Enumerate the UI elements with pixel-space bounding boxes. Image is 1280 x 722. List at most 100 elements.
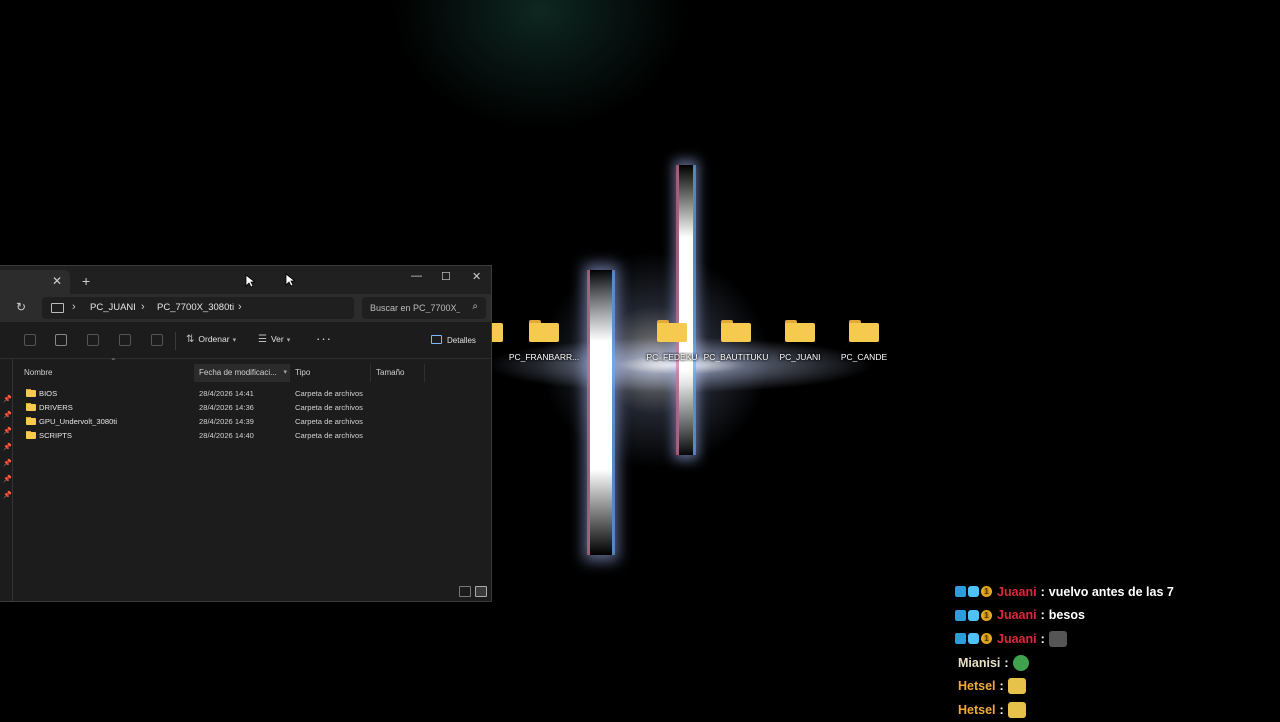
- pin-icon: 📌: [3, 444, 12, 451]
- file-date: 28/4/2026 14:39: [199, 417, 254, 426]
- prime-badge-icon: [955, 633, 966, 645]
- folder-icon: [26, 417, 36, 425]
- file-type: Carpeta de archivos: [295, 403, 363, 412]
- chat-colon: :: [1040, 584, 1045, 599]
- desktop-icon-label: PC_JUANI: [779, 352, 821, 362]
- column-header-date[interactable]: Fecha de modificaci... ▾: [194, 364, 290, 382]
- chat-username[interactable]: Juaani: [997, 632, 1037, 646]
- chat-colon: :: [999, 702, 1004, 717]
- desktop-icon-label: PC_FEDEKU: [646, 352, 698, 362]
- chat-message: Hetsel:: [955, 698, 1275, 722]
- tiles-view-button[interactable]: [475, 586, 487, 597]
- toolbar-divider: [175, 332, 176, 350]
- pin-icon: 📌: [3, 428, 12, 435]
- chat-username[interactable]: Mianisi: [958, 656, 1000, 670]
- wallpaper-light-streak: [590, 270, 612, 555]
- file-name: BIOS: [39, 389, 58, 398]
- mouse-cursor-icon: [285, 273, 295, 287]
- sort-button[interactable]: ⇅ Ordenar ▾: [186, 334, 236, 345]
- search-icon: ⌕: [472, 301, 478, 312]
- sort-icon: ⇅: [186, 334, 195, 345]
- chat-colon: :: [1004, 655, 1009, 670]
- minimize-button[interactable]: —: [411, 270, 422, 282]
- folder-icon: [529, 320, 559, 342]
- table-row[interactable]: SCRIPTS 28/4/2026 14:40 Carpeta de archi…: [13, 428, 453, 442]
- breadcrumb-pc-7700x[interactable]: PC_7700X_3080ti: [157, 302, 234, 313]
- column-header-name[interactable]: Nombre ⌃: [19, 357, 195, 382]
- table-row[interactable]: BIOS 28/4/2026 14:41 Carpeta de archivos: [13, 386, 453, 400]
- desktop-folder-pc-franbarr[interactable]: PC_FRANBARR...: [508, 318, 580, 362]
- gray-emote-icon: [1048, 630, 1067, 647]
- address-bar[interactable]: › PC_JUANI › PC_7700X_3080ti ›: [42, 297, 354, 319]
- view-label: Ver: [270, 334, 284, 344]
- details-view-button[interactable]: [459, 586, 471, 597]
- view-button[interactable]: ☰ Ver ▾: [258, 334, 290, 345]
- close-tab-icon[interactable]: ✕: [52, 274, 62, 288]
- sort-caret-icon: ⌃: [110, 357, 117, 366]
- details-icon: [431, 335, 442, 344]
- pin-icon: 📌: [3, 412, 12, 419]
- file-date: 28/4/2026 14:36: [199, 403, 254, 412]
- column-label: Nombre: [24, 368, 53, 377]
- chat-colon: :: [999, 679, 1004, 694]
- breadcrumb-chevron-icon[interactable]: ›: [72, 301, 76, 313]
- new-tab-button[interactable]: +: [82, 273, 90, 289]
- folder-icon: [721, 320, 751, 342]
- more-options-button[interactable]: ···: [316, 331, 332, 346]
- delete-icon[interactable]: [151, 334, 163, 346]
- yellow-emote-icon: [1007, 701, 1026, 718]
- copy-icon[interactable]: [24, 334, 36, 346]
- column-header-type[interactable]: Tipo: [290, 364, 371, 382]
- green-emote-icon: [1012, 654, 1029, 671]
- pin-icon: 📌: [3, 396, 12, 403]
- breadcrumb-chevron-icon[interactable]: ›: [141, 301, 145, 313]
- navigation-pane[interactable]: 📌 📌 📌 📌 📌 📌 📌: [0, 358, 13, 601]
- chat-username[interactable]: Juaani: [997, 585, 1037, 599]
- file-type: Carpeta de archivos: [295, 431, 363, 440]
- paste-icon[interactable]: [55, 334, 67, 346]
- folder-icon: [657, 320, 687, 342]
- file-name: DRIVERS: [39, 403, 73, 412]
- desktop-folder-pc-bautituku[interactable]: PC_BAUTITUKU: [700, 318, 772, 362]
- chevron-down-icon: ▾: [232, 337, 237, 344]
- column-label: Tipo: [295, 368, 311, 377]
- refresh-button[interactable]: ↻: [16, 300, 26, 314]
- file-name: SCRIPTS: [39, 431, 72, 440]
- folder-icon: [785, 320, 815, 342]
- desktop-folder-pc-cande[interactable]: PC_CANDE: [828, 318, 900, 362]
- file-date: 28/4/2026 14:41: [199, 389, 254, 398]
- maximize-button[interactable]: ☐: [441, 270, 451, 283]
- chat-colon: :: [1040, 631, 1045, 646]
- chat-username[interactable]: Hetsel: [958, 679, 996, 693]
- cube-badge-icon: [968, 586, 979, 598]
- chat-username[interactable]: Hetsel: [958, 703, 996, 717]
- breadcrumb-pc-juani[interactable]: PC_JUANI: [90, 302, 136, 313]
- rename-icon[interactable]: [87, 334, 99, 346]
- share-icon[interactable]: [119, 334, 131, 346]
- close-window-button[interactable]: ✕: [472, 270, 481, 283]
- desktop-icon-label: PC_BAUTITUKU: [703, 352, 769, 362]
- folder-icon: [26, 389, 36, 397]
- table-row[interactable]: GPU_Undervolt_3080ti 28/4/2026 14:39 Car…: [13, 414, 453, 428]
- yellow-emote-icon: [1007, 678, 1026, 695]
- file-explorer-window[interactable]: ✕ + — ☐ ✕ ↻ › PC_JUANI › PC_7700X_3080ti…: [0, 265, 492, 602]
- chat-message: 1 Juaani:: [955, 627, 1275, 651]
- column-label: Fecha de modificaci...: [199, 368, 277, 377]
- prime-badge-icon: [955, 609, 966, 621]
- desktop-folder-pc-fedeku[interactable]: PC_FEDEKU: [636, 318, 708, 362]
- chevron-down-icon: ▾: [286, 337, 291, 344]
- sub-badge-icon: 1: [981, 633, 992, 645]
- column-header-size[interactable]: Tamaño: [371, 364, 425, 382]
- chat-username[interactable]: Juaani: [997, 608, 1037, 622]
- pin-icon: 📌: [3, 476, 12, 483]
- details-pane-button[interactable]: Detalles: [431, 335, 476, 345]
- wallpaper-light-streak: [679, 165, 693, 455]
- desktop-folder-pc-juani[interactable]: PC_JUANI: [764, 318, 836, 362]
- cube-badge-icon: [968, 633, 979, 645]
- sub-badge-icon: 1: [981, 609, 992, 621]
- cube-badge-icon: [968, 609, 979, 621]
- table-row[interactable]: DRIVERS 28/4/2026 14:36 Carpeta de archi…: [13, 400, 453, 414]
- chat-text: besos: [1048, 608, 1085, 623]
- search-input[interactable]: Buscar en PC_7700X_3080ti ⌕: [362, 297, 486, 319]
- breadcrumb-chevron-icon[interactable]: ›: [238, 301, 242, 313]
